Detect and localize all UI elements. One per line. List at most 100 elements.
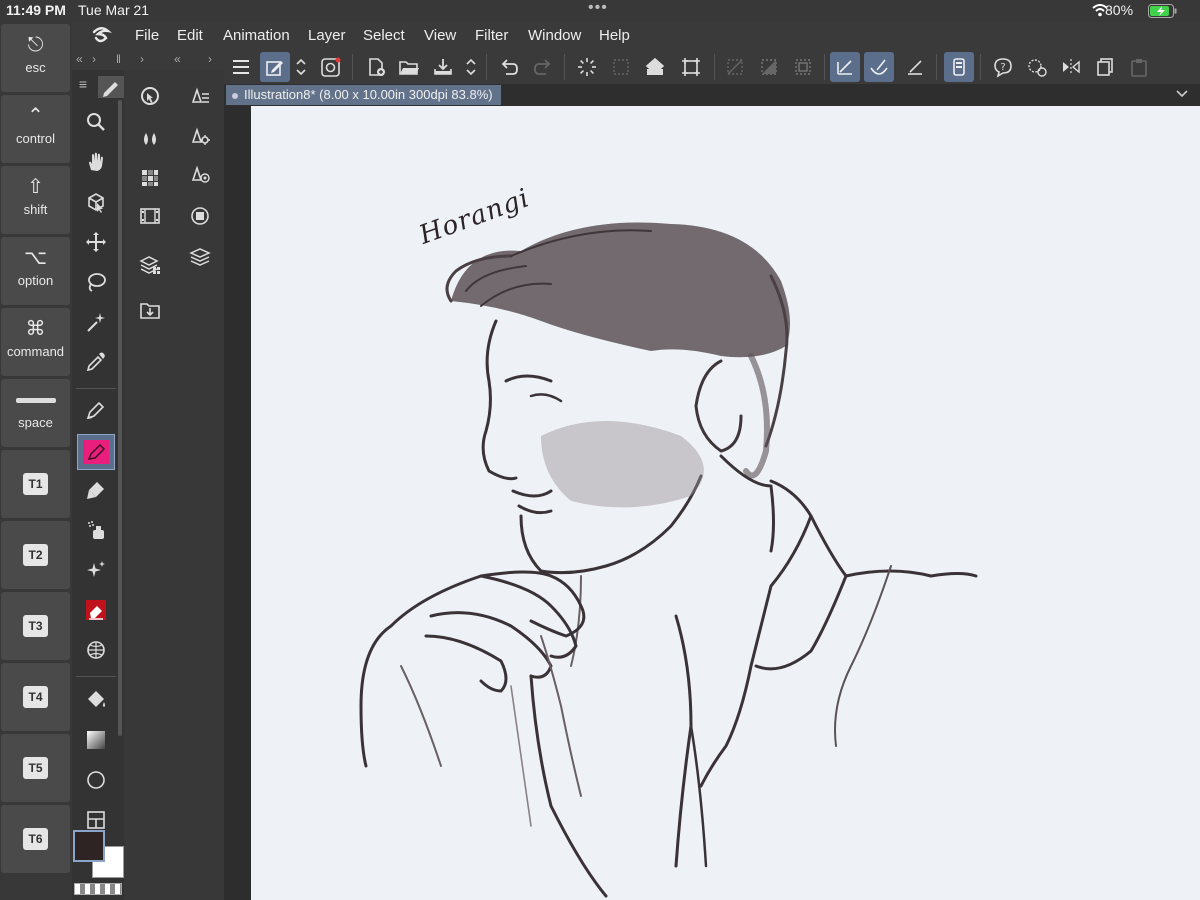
space-key[interactable]: space xyxy=(1,379,70,447)
status-date: Tue Mar 21 xyxy=(78,2,150,18)
snap-to-special-ruler-toggle-icon[interactable] xyxy=(864,52,894,82)
lasso-tool-icon[interactable] xyxy=(80,266,112,298)
pencil-tool-button-active[interactable] xyxy=(77,434,115,470)
redo-icon[interactable] xyxy=(528,52,558,82)
command-bar-scroll-icon[interactable] xyxy=(290,52,308,82)
layer-property-palette-icon[interactable] xyxy=(134,248,166,280)
clip-studio-logo-icon[interactable] xyxy=(90,26,112,46)
esc-key[interactable]: ⎋ esc xyxy=(1,24,70,92)
menu-select[interactable]: Select xyxy=(363,27,405,44)
fill-tool-icon[interactable] xyxy=(80,684,112,716)
gradient-tool-icon[interactable] xyxy=(80,724,112,756)
snap-to-ruler-toggle-icon[interactable] xyxy=(830,52,860,82)
sub-tool-palette-icon[interactable] xyxy=(184,80,216,112)
figure-tool-icon[interactable] xyxy=(80,764,112,796)
drawing-canvas[interactable]: Horangi xyxy=(251,106,1200,900)
selection-border-icon[interactable] xyxy=(788,52,818,82)
snap-to-grid-icon[interactable] xyxy=(900,52,930,82)
tool-property-palette-icon[interactable] xyxy=(184,120,216,152)
control-icon: ⌃ xyxy=(27,105,44,127)
airbrush-tool-icon[interactable] xyxy=(80,514,112,546)
document-tab[interactable]: Illustration8* (8.00 x 10.00in 300dpi 83… xyxy=(226,85,501,105)
menu-file[interactable]: File xyxy=(135,27,159,44)
toolbar-divider xyxy=(352,54,353,80)
dock-collapse-right-icon[interactable]: › xyxy=(140,52,144,66)
dock-collapse-left-icon[interactable]: « xyxy=(174,52,181,66)
loading-spinner-icon[interactable] xyxy=(572,52,602,82)
magic-wand-icon[interactable] xyxy=(80,306,112,338)
command-key[interactable]: ⌘ command xyxy=(1,308,70,376)
eraser-tool-icon[interactable] xyxy=(80,594,112,626)
menu-filter[interactable]: Filter xyxy=(475,27,508,44)
control-key[interactable]: ⌃ control xyxy=(1,95,70,163)
open-file-icon[interactable] xyxy=(394,52,424,82)
clear-selection-icon[interactable] xyxy=(720,52,750,82)
brush-tool-icon[interactable] xyxy=(80,474,112,506)
paste-icon[interactable] xyxy=(1124,52,1154,82)
menu-window[interactable]: Window xyxy=(528,27,581,44)
companion-mode-toggle-icon[interactable] xyxy=(944,52,974,82)
help-icon[interactable]: ? xyxy=(988,52,1018,82)
navigator-palette-icon[interactable] xyxy=(134,80,166,112)
menu-layer[interactable]: Layer xyxy=(308,27,346,44)
collapse-left-icon[interactable]: « xyxy=(76,52,83,66)
blend-tool-icon[interactable] xyxy=(80,634,112,666)
hamburger-menu-icon[interactable] xyxy=(226,52,256,82)
timeline-palette-icon[interactable] xyxy=(134,200,166,232)
t5-key[interactable]: T5 xyxy=(1,734,70,802)
tool-scrollbar[interactable] xyxy=(118,100,122,736)
tab-close-dot-icon[interactable] xyxy=(232,92,238,99)
color-wheel-palette-icon[interactable] xyxy=(134,124,166,156)
t3-key[interactable]: T3 xyxy=(1,592,70,660)
main-color-swatch[interactable] xyxy=(73,830,105,862)
move-tool-icon[interactable] xyxy=(80,226,112,258)
hand-tool-icon[interactable] xyxy=(80,146,112,178)
select-all-icon[interactable] xyxy=(606,52,636,82)
pen-tab-icon[interactable] xyxy=(98,76,124,98)
pen-tool-icon[interactable] xyxy=(80,394,112,426)
collapse-right-icon[interactable]: › xyxy=(92,52,96,66)
command-bar: ? xyxy=(224,50,1200,84)
fill-bucket-command-icon[interactable] xyxy=(640,52,670,82)
t1-key[interactable]: T1 xyxy=(1,450,70,518)
simple-mode-toggle-icon[interactable] xyxy=(260,52,290,82)
dock-header: › « › xyxy=(124,50,224,70)
side-palette-dock: › « › xyxy=(124,50,224,900)
color-set-palette-icon[interactable] xyxy=(134,162,166,194)
file-scroll-icon[interactable] xyxy=(460,52,478,82)
tab-dropdown-chevron-icon[interactable] xyxy=(1174,86,1190,102)
undo-icon[interactable] xyxy=(494,52,524,82)
multitasking-dots-icon[interactable]: ••• xyxy=(588,0,608,17)
clip-studio-app-icon[interactable] xyxy=(316,52,346,82)
toolbar-divider xyxy=(564,54,565,80)
animation-settings-icon[interactable] xyxy=(1022,52,1052,82)
save-icon[interactable] xyxy=(428,52,458,82)
zoom-tool-icon[interactable] xyxy=(80,106,112,138)
t4-key[interactable]: T4 xyxy=(1,663,70,731)
palette-menu-icon[interactable]: ≡ xyxy=(72,76,94,98)
dock-expand-icon[interactable]: › xyxy=(208,52,212,66)
layer-palette-icon[interactable] xyxy=(184,240,216,272)
transparent-color-swatch[interactable] xyxy=(74,883,122,895)
eyedropper-icon[interactable] xyxy=(80,346,112,378)
new-canvas-icon[interactable] xyxy=(362,52,392,82)
object-tool-icon[interactable] xyxy=(80,186,112,218)
copy-icon[interactable] xyxy=(1090,52,1120,82)
t2-key[interactable]: T2 xyxy=(1,521,70,589)
invert-selection-icon[interactable] xyxy=(754,52,784,82)
flip-horizontal-icon[interactable] xyxy=(1056,52,1086,82)
decoration-tool-icon[interactable] xyxy=(80,554,112,586)
menu-animation[interactable]: Animation xyxy=(223,27,290,44)
t6-key[interactable]: T6 xyxy=(1,805,70,873)
option-key[interactable]: ⌥ option xyxy=(1,237,70,305)
color-slider-palette-icon[interactable] xyxy=(184,200,216,232)
material-palette-icon[interactable] xyxy=(134,294,166,326)
menu-help[interactable]: Help xyxy=(599,27,630,44)
brush-size-palette-icon[interactable] xyxy=(184,158,216,190)
tool-palette: « › ‖ ≡ xyxy=(72,50,124,900)
menu-view[interactable]: View xyxy=(424,27,456,44)
canvas-workspace[interactable]: Horangi xyxy=(224,106,1200,900)
shift-key[interactable]: ⇧ shift xyxy=(1,166,70,234)
menu-edit[interactable]: Edit xyxy=(177,27,203,44)
transform-icon[interactable] xyxy=(676,52,706,82)
